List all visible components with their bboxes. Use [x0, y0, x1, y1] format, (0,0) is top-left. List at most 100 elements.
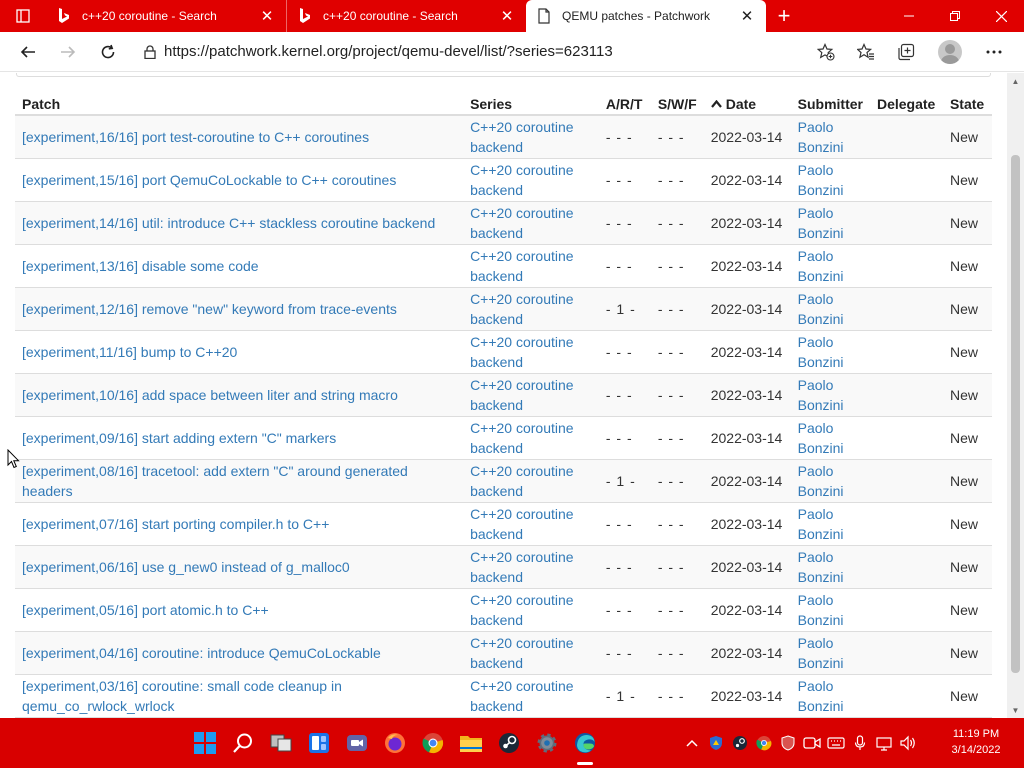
series-link[interactable]: C++20 coroutine backend — [470, 506, 574, 542]
volume-icon[interactable] — [896, 718, 920, 768]
url-text[interactable]: https://patchwork.kernel.org/project/qem… — [164, 43, 613, 60]
series-link[interactable]: C++20 coroutine backend — [470, 248, 574, 284]
tab-close-icon[interactable]: ✕ — [258, 7, 276, 25]
submitter-link[interactable]: Paolo Bonzini — [798, 248, 844, 284]
tab-patchwork[interactable]: QEMU patches - Patchwork ✕ — [526, 0, 766, 32]
header-state[interactable]: State — [942, 93, 992, 116]
submitter-link[interactable]: Paolo Bonzini — [798, 463, 844, 499]
series-link[interactable]: C++20 coroutine backend — [470, 592, 574, 628]
series-link[interactable]: C++20 coroutine backend — [470, 291, 574, 327]
header-submitter[interactable]: Submitter — [790, 93, 870, 116]
favorites-button[interactable] — [846, 36, 886, 68]
steam-tray-icon[interactable] — [728, 718, 752, 768]
submitter-link[interactable]: Paolo Bonzini — [798, 592, 844, 628]
tab-search-2[interactable]: c++20 coroutine - Search ✕ — [286, 0, 526, 32]
submitter-link[interactable]: Paolo Bonzini — [798, 162, 844, 198]
settings-icon[interactable] — [528, 718, 566, 768]
search-icon[interactable] — [224, 718, 262, 768]
chrome-icon[interactable] — [414, 718, 452, 768]
file-explorer-icon[interactable] — [452, 718, 490, 768]
teams-chat-icon[interactable] — [338, 718, 376, 768]
patch-link[interactable]: [experiment,06/16] use g_new0 instead of… — [22, 559, 350, 575]
keyboard-icon[interactable] — [824, 718, 848, 768]
patch-link[interactable]: [experiment,14/16] util: introduce C++ s… — [22, 215, 435, 231]
microphone-icon[interactable] — [848, 718, 872, 768]
series-link[interactable]: C++20 coroutine backend — [470, 420, 574, 456]
patch-link[interactable]: [experiment,08/16] tracetool: add extern… — [22, 463, 408, 499]
network-icon[interactable] — [872, 718, 896, 768]
patch-link[interactable]: [experiment,04/16] coroutine: introduce … — [22, 645, 381, 661]
submitter-link[interactable]: Paolo Bonzini — [798, 549, 844, 585]
profile-button[interactable] — [926, 36, 974, 68]
patch-link[interactable]: [experiment,07/16] start porting compile… — [22, 516, 329, 532]
header-delegate[interactable]: Delegate — [869, 93, 943, 116]
submitter-link[interactable]: Paolo Bonzini — [798, 420, 844, 456]
new-tab-button[interactable]: + — [766, 0, 802, 32]
submitter-link[interactable]: Paolo Bonzini — [798, 119, 844, 155]
submitter-link[interactable]: Paolo Bonzini — [798, 377, 844, 413]
submitter-link[interactable]: Paolo Bonzini — [798, 291, 844, 327]
series-link[interactable]: C++20 coroutine backend — [470, 549, 574, 585]
patch-link[interactable]: [experiment,13/16] disable some code — [22, 258, 259, 274]
address-bar[interactable]: https://patchwork.kernel.org/project/qem… — [136, 37, 772, 67]
chevron-up-icon[interactable] — [680, 718, 704, 768]
firefox-icon[interactable] — [376, 718, 414, 768]
close-window-icon[interactable] — [978, 0, 1024, 32]
restore-icon[interactable] — [932, 0, 978, 32]
series-link[interactable]: C++20 coroutine backend — [470, 119, 574, 155]
tab-search-1[interactable]: c++20 coroutine - Search ✕ — [46, 0, 286, 32]
patch-link[interactable]: [experiment,12/16] remove "new" keyword … — [22, 301, 397, 317]
windows-security-icon[interactable] — [704, 718, 728, 768]
submitter-link[interactable]: Paolo Bonzini — [798, 506, 844, 542]
series-link[interactable]: C++20 coroutine backend — [470, 635, 574, 671]
taskbar-clock[interactable]: 11:19 PM 3/14/2022 — [946, 726, 1006, 758]
back-button[interactable] — [8, 36, 48, 68]
submitter-link[interactable]: Paolo Bonzini — [798, 678, 844, 714]
widgets-icon[interactable] — [300, 718, 338, 768]
settings-menu-button[interactable] — [974, 36, 1014, 68]
series-link[interactable]: C++20 coroutine backend — [470, 463, 574, 499]
patch-link[interactable]: [experiment,16/16] port test-coroutine t… — [22, 129, 369, 145]
tab-close-icon[interactable]: ✕ — [498, 7, 516, 25]
vertical-scrollbar[interactable]: ▲ ▼ — [1007, 73, 1024, 718]
scroll-thumb[interactable] — [1011, 155, 1020, 673]
patch-link[interactable]: [experiment,15/16] port QemuCoLockable t… — [22, 172, 396, 188]
add-favorite-button[interactable] — [806, 36, 846, 68]
header-swf[interactable]: S/W/F — [650, 93, 704, 116]
series-link[interactable]: C++20 coroutine backend — [470, 377, 574, 413]
minimize-icon[interactable] — [886, 0, 932, 32]
shield-tray-icon[interactable] — [776, 718, 800, 768]
lock-icon[interactable] — [136, 44, 164, 59]
submitter-link[interactable]: Paolo Bonzini — [798, 205, 844, 241]
tab-actions-button[interactable] — [0, 0, 46, 32]
scroll-up-icon[interactable]: ▲ — [1007, 73, 1024, 89]
meet-now-icon[interactable] — [800, 718, 824, 768]
chrome-tray-icon[interactable] — [752, 718, 776, 768]
scroll-down-icon[interactable]: ▼ — [1007, 702, 1024, 718]
series-link[interactable]: C++20 coroutine backend — [470, 205, 574, 241]
steam-icon[interactable] — [490, 718, 528, 768]
submitter-cell: Paolo Bonzini — [790, 287, 870, 331]
tab-close-icon[interactable]: ✕ — [738, 7, 756, 25]
series-link[interactable]: C++20 coroutine backend — [470, 678, 574, 714]
refresh-button[interactable] — [88, 36, 128, 68]
series-link[interactable]: C++20 coroutine backend — [470, 334, 574, 370]
submitter-link[interactable]: Paolo Bonzini — [798, 334, 844, 370]
windows-start-icon[interactable] — [186, 718, 224, 768]
header-series[interactable]: Series — [463, 93, 599, 116]
series-link[interactable]: C++20 coroutine backend — [470, 162, 574, 198]
patch-link[interactable]: [experiment,11/16] bump to C++20 — [22, 344, 237, 360]
forward-button[interactable] — [48, 36, 88, 68]
submitter-link[interactable]: Paolo Bonzini — [798, 635, 844, 671]
patch-link[interactable]: [experiment,10/16] add space between lit… — [22, 387, 398, 403]
patch-link[interactable]: [experiment,05/16] port atomic.h to C++ — [22, 602, 269, 618]
header-art[interactable]: A/R/T — [598, 93, 651, 116]
header-date[interactable]: Date — [703, 93, 791, 116]
patch-link[interactable]: [experiment,09/16] start adding extern "… — [22, 430, 336, 446]
edge-icon[interactable] — [566, 718, 604, 768]
patch-link[interactable]: [experiment,03/16] coroutine: small code… — [22, 678, 342, 714]
state-cell: New — [949, 171, 978, 188]
header-patch[interactable]: Patch — [15, 93, 464, 116]
task-view-icon[interactable] — [262, 718, 300, 768]
collections-button[interactable] — [886, 36, 926, 68]
